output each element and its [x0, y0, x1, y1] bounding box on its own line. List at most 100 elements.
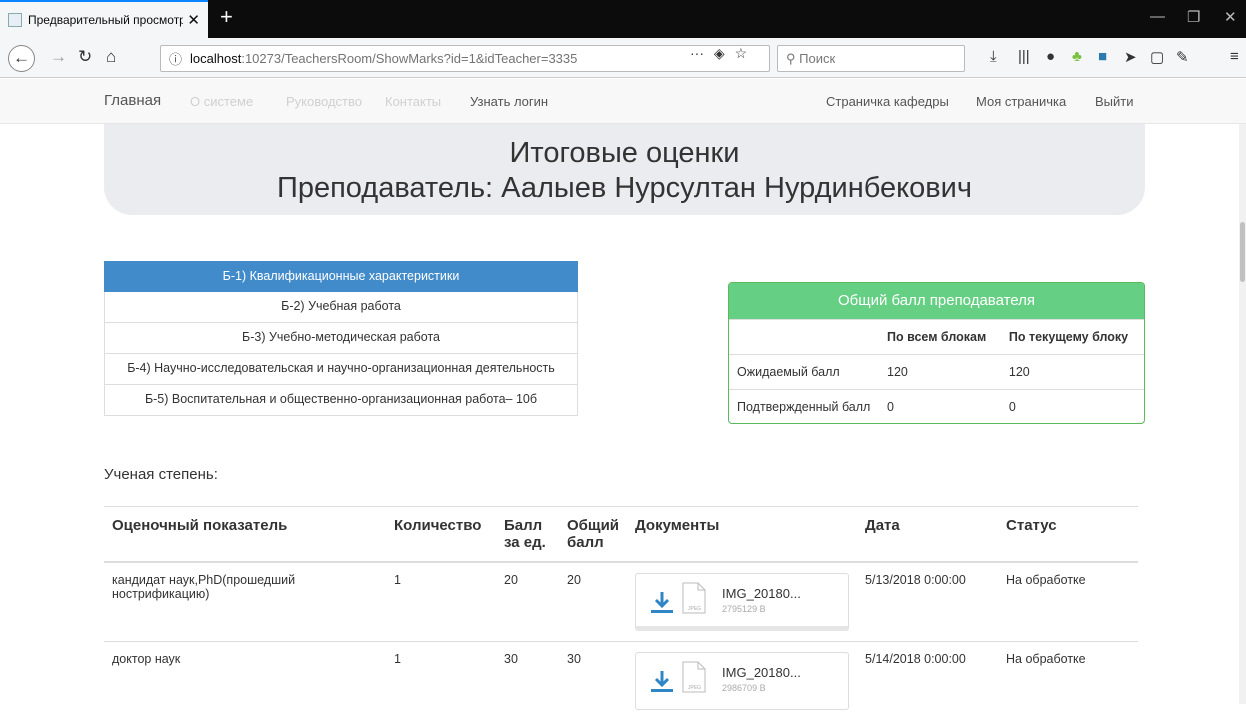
document-cell: JPEG IMG_20180... 2986709 B [627, 642, 857, 720]
browser-toolbar: ← → ↻ ⌂ ⓘ localhost:10273/TeachersRoom/S… [0, 38, 1246, 78]
nav-contacts[interactable]: Контакты [385, 94, 441, 109]
downloads-icon[interactable]: ⤓ [990, 48, 997, 65]
score-value-current: 0 [1001, 390, 1144, 425]
library-icon[interactable]: ||| [1018, 48, 1030, 65]
file-name: IMG_20180... [722, 586, 801, 601]
sidebar-icon[interactable]: ▢ [1150, 48, 1164, 66]
unit-score-cell: 30 [496, 642, 559, 720]
block-item-b2[interactable]: Б-2) Учебная работа [104, 292, 578, 323]
table-row: кандидат наук,PhD(прошедший нострификаци… [104, 562, 1138, 642]
nav-guide[interactable]: Руководство [286, 94, 362, 109]
nav-about[interactable]: О системе [190, 94, 253, 109]
score-label: Ожидаемый балл [729, 355, 879, 390]
url-path: :10273/TeachersRoom/ShowMarks?id=1&idTea… [241, 51, 577, 66]
scrollbar-thumb[interactable] [1240, 222, 1245, 282]
date-cell: 5/14/2018 0:00:00 [857, 642, 998, 720]
download-icon[interactable] [650, 590, 674, 614]
status-badge: На обработке [998, 562, 1138, 642]
page-title: Итоговые оценки [104, 136, 1145, 170]
document-card[interactable]: JPEG IMG_20180... 2986709 B [635, 652, 849, 710]
nav-logout[interactable]: Выйти [1095, 94, 1134, 109]
marks-table-header: Оценочный показатель Количество Балл за … [104, 507, 1138, 563]
search-input[interactable]: ⚲ Поиск [777, 45, 965, 72]
page-actions-icon[interactable]: ··· [690, 45, 704, 61]
extension-pointer-icon[interactable]: ➤ [1124, 48, 1137, 66]
tab-title: Предварительный просмотр [28, 13, 183, 27]
quantity-cell: 1 [386, 562, 496, 642]
close-tab-icon[interactable]: ✕ [187, 11, 200, 29]
download-icon[interactable] [650, 669, 674, 693]
new-tab-button[interactable]: + [220, 4, 233, 30]
document-cell: JPEG IMG_20180... 2795129 B [627, 562, 857, 642]
file-size: 2986709 B [722, 683, 766, 693]
nav-department-page[interactable]: Страничка кафедры [826, 94, 949, 109]
url-bar[interactable]: ⓘ localhost:10273/TeachersRoom/ShowMarks… [160, 45, 770, 72]
score-table: По всем блокам По текущему блоку Ожидаем… [729, 319, 1144, 424]
extension-leaf-icon[interactable]: ♣ [1072, 48, 1082, 65]
indicator-cell: кандидат наук,PhD(прошедший нострификаци… [104, 562, 386, 642]
score-row-expected: Ожидаемый балл 120 120 [729, 355, 1144, 390]
minimize-icon[interactable]: — [1150, 8, 1165, 25]
score-header-all: По всем блокам [879, 320, 1001, 355]
col-total-score: Общий балл [559, 507, 627, 563]
unit-score-cell: 20 [496, 562, 559, 642]
home-icon[interactable]: ⌂ [106, 47, 116, 67]
nav-home[interactable]: Главная [104, 92, 161, 109]
bookmark-star-icon[interactable]: ☆ [735, 45, 748, 61]
score-header-empty [729, 320, 879, 355]
block-item-b1[interactable]: Б-1) Квалификационные характеристики [104, 261, 578, 292]
nav-find-login[interactable]: Узнать логин [470, 94, 548, 109]
col-status: Статус [998, 507, 1138, 563]
browser-tab[interactable]: Предварительный просмотр ✕ [0, 0, 208, 38]
score-table-header: По всем блокам По текущему блоку [729, 320, 1144, 355]
menu-icon[interactable]: ≡ [1230, 48, 1239, 65]
date-cell: 5/13/2018 0:00:00 [857, 562, 998, 642]
total-score-cell: 30 [559, 642, 627, 720]
block-item-b3[interactable]: Б-3) Учебно-методическая работа [104, 323, 578, 354]
search-placeholder: Поиск [799, 51, 835, 66]
url-actions: ··· ◈ ☆ [690, 45, 747, 62]
block-item-b5[interactable]: Б-5) Воспитательная и общественно-органи… [104, 385, 578, 416]
score-label: Подтвержденный балл [729, 390, 879, 425]
file-name: IMG_20180... [722, 665, 801, 680]
jpeg-file-icon: JPEG [682, 582, 706, 614]
col-quantity: Количество [386, 507, 496, 563]
score-header-current: По текущему блоку [1001, 320, 1144, 355]
status-badge: На обработке [998, 642, 1138, 720]
jpeg-file-icon: JPEG [682, 661, 706, 693]
browser-tab-bar: Предварительный просмотр ✕ + — ❐ ✕ [0, 0, 1246, 38]
back-button[interactable]: ← [8, 45, 35, 72]
col-documents: Документы [627, 507, 857, 563]
page-header: Итоговые оценки Преподаватель: Аалыев Ну… [104, 124, 1145, 215]
reload-icon[interactable]: ↻ [78, 47, 92, 67]
col-indicator: Оценочный показатель [104, 507, 386, 563]
maximize-icon[interactable]: ❐ [1187, 8, 1200, 26]
block-list: Б-1) Квалификационные характеристики Б-2… [104, 261, 578, 416]
nav-my-page[interactable]: Моя страничка [976, 94, 1066, 109]
svg-text:JPEG: JPEG [688, 685, 701, 691]
col-unit-score: Балл за ед. [496, 507, 559, 563]
extension-blue-icon[interactable]: ■ [1098, 48, 1107, 65]
forward-icon[interactable]: → [50, 47, 67, 67]
document-card[interactable]: JPEG IMG_20180... 2795129 B [635, 573, 849, 631]
site-navbar: Главная О системе Руководство Контакты У… [0, 79, 1246, 124]
score-panel-title: Общий балл преподавателя [729, 283, 1144, 319]
total-score-cell: 20 [559, 562, 627, 642]
table-row: доктор наук 1 30 30 JPEG IMG_20180... 29… [104, 642, 1138, 720]
score-value-all: 120 [879, 355, 1001, 390]
close-window-icon[interactable]: ✕ [1224, 8, 1237, 26]
svg-text:JPEG: JPEG [688, 606, 701, 612]
block-item-b4[interactable]: Б-4) Научно-исследовательская и научно-о… [104, 354, 578, 385]
indicator-cell: доктор наук [104, 642, 386, 720]
quantity-cell: 1 [386, 642, 496, 720]
extension-bulb-icon[interactable]: ● [1046, 48, 1055, 65]
info-icon[interactable]: ⓘ [169, 49, 182, 68]
pocket-icon[interactable]: ◈ [714, 45, 725, 61]
page-scrollbar[interactable] [1239, 124, 1246, 704]
file-size: 2795129 B [722, 604, 766, 614]
eyedropper-icon[interactable]: ✎ [1176, 48, 1189, 66]
teacher-name: Преподаватель: Аалыев Нурсултан Нурдинбе… [104, 170, 1145, 206]
score-value-all: 0 [879, 390, 1001, 425]
section-title: Ученая степень: [104, 466, 218, 483]
col-date: Дата [857, 507, 998, 563]
